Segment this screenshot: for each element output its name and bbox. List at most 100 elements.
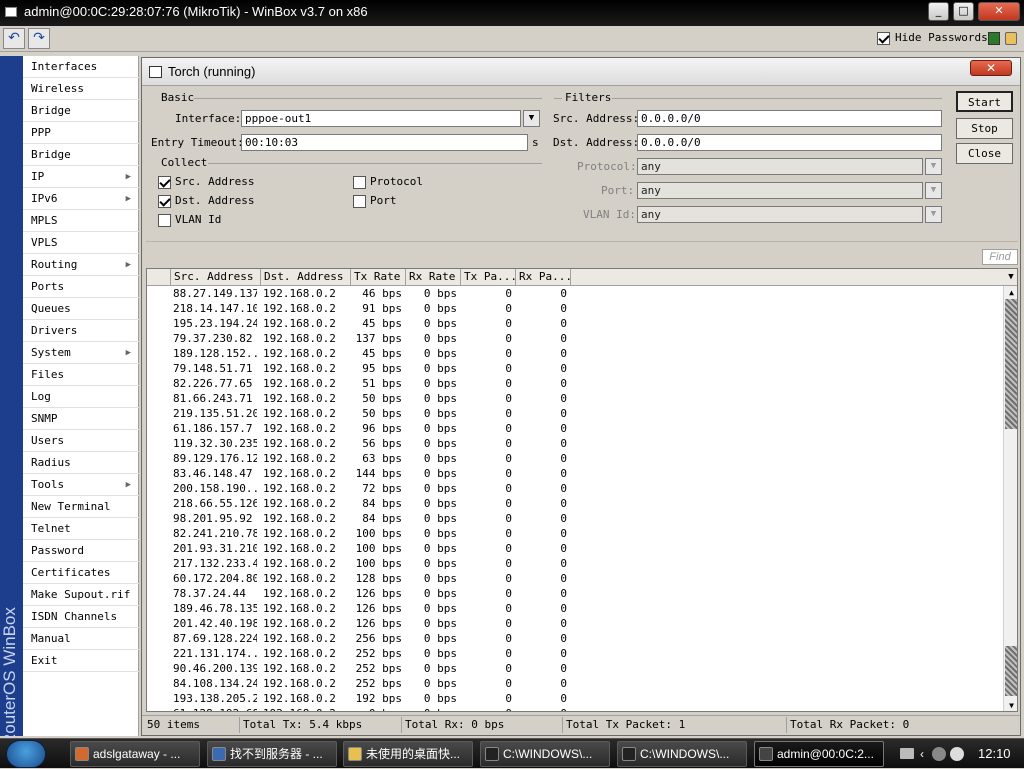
table-row[interactable]: 78.37.24.44 192.168.0.2 126 bps 0 bps 0 0 [147, 586, 1003, 601]
menu-item-exit[interactable]: Exit [23, 650, 139, 672]
menu-item-radius[interactable]: Radius [23, 452, 139, 474]
table-row[interactable]: 89.129.176.124 192.168.0.2 63 bps 0 bps 0 0 [147, 451, 1003, 466]
table-row[interactable]: 90.46.200.139 192.168.0.2 252 bps 0 bps 0 0 [147, 661, 1003, 676]
table-row[interactable]: 61.186.157.7 192.168.0.2 96 bps 0 bps 0 0 [147, 421, 1003, 436]
menu-item-make-supout-rif[interactable]: Make Supout.rif [23, 584, 139, 606]
table-row[interactable]: 218.14.147.109 192.168.0.2 91 bps 0 bps 0 0 [147, 301, 1003, 316]
taskbar-item[interactable]: 找不到服务器 - ... [207, 741, 337, 767]
close-button[interactable]: Close [956, 143, 1013, 164]
interface-select[interactable]: pppoe-out1 [241, 110, 521, 127]
interface-dropdown-icon[interactable]: ▼ [523, 110, 540, 127]
table-row[interactable]: 61.128.192.68 192.168.0.2 0 bps 0 bps 0 0 [147, 706, 1003, 711]
table-row[interactable]: 189.46.78.135 192.168.0.2 126 bps 0 bps 0 0 [147, 601, 1003, 616]
vlan-id-filter-select[interactable]: any [637, 206, 923, 223]
scroll-down-icon[interactable]: ▼ [1004, 699, 1017, 711]
column-header[interactable]: Rx Pa... [516, 269, 571, 286]
hide-passwords-checkbox[interactable] [877, 32, 890, 45]
menu-item-new-terminal[interactable]: New Terminal [23, 496, 139, 518]
port-dropdown-icon[interactable]: ▼ [925, 182, 942, 199]
undo-icon[interactable]: ↶ [3, 28, 25, 49]
column-header[interactable]: Rx Rate [406, 269, 461, 286]
menu-item-bridge[interactable]: Bridge [23, 100, 139, 122]
table-row[interactable]: 195.23.194.245 192.168.0.2 45 bps 0 bps 0 0 [147, 316, 1003, 331]
menu-item-drivers[interactable]: Drivers [23, 320, 139, 342]
src-address-filter-input[interactable]: 0.0.0.0/0 [637, 110, 942, 127]
table-row[interactable]: 83.46.148.47 192.168.0.2 144 bps 0 bps 0 0 [147, 466, 1003, 481]
table-row[interactable]: 201.93.31.210 192.168.0.2 100 bps 0 bps 0 0 [147, 541, 1003, 556]
menu-item-snmp[interactable]: SNMP [23, 408, 139, 430]
menu-item-interfaces[interactable]: Interfaces [23, 56, 139, 78]
menu-item-users[interactable]: Users [23, 430, 139, 452]
table-row[interactable]: 84.108.134.241 192.168.0.2 252 bps 0 bps 0 0 [147, 676, 1003, 691]
tray-expand-icon[interactable]: ‹ [920, 739, 924, 769]
table-row[interactable]: 193.138.205.25 192.168.0.2 192 bps 0 bps 0 0 [147, 691, 1003, 706]
taskbar-item[interactable]: admin@00:0C:2... [754, 741, 884, 767]
qq-icon[interactable] [950, 747, 964, 761]
menu-item-manual[interactable]: Manual [23, 628, 139, 650]
menu-item-ports[interactable]: Ports [23, 276, 139, 298]
menu-item-system[interactable]: System ▶ [23, 342, 139, 364]
table-row[interactable]: 82.241.210.78 192.168.0.2 100 bps 0 bps 0 0 [147, 526, 1003, 541]
close-window-button[interactable]: ✕ [978, 2, 1020, 21]
menu-item-password[interactable]: Password [23, 540, 139, 562]
find-input[interactable]: Find [982, 249, 1018, 265]
menu-item-ip[interactable]: IP ▶ [23, 166, 139, 188]
dst-address-filter-input[interactable]: 0.0.0.0/0 [637, 134, 942, 151]
taskbar-item[interactable]: adslgataway - ... [70, 741, 200, 767]
collect-dst-address-checkbox[interactable] [158, 195, 171, 208]
table-row[interactable]: 81.66.243.71 192.168.0.2 50 bps 0 bps 0 0 [147, 391, 1003, 406]
stop-button[interactable]: Stop [956, 118, 1013, 139]
torch-close-x-button[interactable]: ✕ [970, 60, 1012, 76]
table-row[interactable]: 200.158.190... 192.168.0.2 72 bps 0 bps 0 0 [147, 481, 1003, 496]
collect-protocol-checkbox[interactable] [353, 176, 366, 189]
menu-item-wireless[interactable]: Wireless [23, 78, 139, 100]
minimize-button[interactable]: _ [928, 2, 949, 21]
menu-item-vpls[interactable]: VPLS [23, 232, 139, 254]
table-row[interactable]: 189.128.152... 192.168.0.2 45 bps 0 bps 0 0 [147, 346, 1003, 361]
entry-timeout-input[interactable]: 00:10:03 [241, 134, 528, 151]
menu-item-telnet[interactable]: Telnet [23, 518, 139, 540]
table-row[interactable]: 217.132.233.44 192.168.0.2 100 bps 0 bps 0 0 [147, 556, 1003, 571]
collect-vlan-id-checkbox[interactable] [158, 214, 171, 227]
column-menu-icon[interactable]: ▼ [1003, 269, 1017, 286]
collect-src-address-checkbox[interactable] [158, 176, 171, 189]
column-header[interactable]: Tx Rate [351, 269, 406, 286]
table-row[interactable]: 87.69.128.224 192.168.0.2 256 bps 0 bps 0 0 [147, 631, 1003, 646]
scrollbar-thumb[interactable] [1005, 299, 1017, 429]
menu-item-tools[interactable]: Tools ▶ [23, 474, 139, 496]
menu-item-isdn-channels[interactable]: ISDN Channels [23, 606, 139, 628]
taskbar-item[interactable]: C:\WINDOWS\... [480, 741, 610, 767]
column-header[interactable]: Src. Address [171, 269, 261, 286]
menu-item-log[interactable]: Log [23, 386, 139, 408]
table-row[interactable]: 60.172.204.80 192.168.0.2 128 bps 0 bps 0 0 [147, 571, 1003, 586]
network-icon[interactable] [932, 747, 946, 761]
menu-item-files[interactable]: Files [23, 364, 139, 386]
vertical-scrollbar[interactable]: ▲ ▼ [1003, 286, 1017, 711]
clock[interactable]: 12:10 [978, 739, 1011, 769]
taskbar-item[interactable]: 未使用的桌面快... [343, 741, 473, 767]
table-row[interactable]: 219.135.51.204 192.168.0.2 50 bps 0 bps 0 0 [147, 406, 1003, 421]
table-row[interactable]: 98.201.95.92 192.168.0.2 84 bps 0 bps 0 0 [147, 511, 1003, 526]
port-filter-select[interactable]: any [637, 182, 923, 199]
table-row[interactable]: 221.131.174... 192.168.0.2 252 bps 0 bps 0 0 [147, 646, 1003, 661]
taskbar-item[interactable]: C:\WINDOWS\... [617, 741, 747, 767]
table-row[interactable]: 79.148.51.71 192.168.0.2 95 bps 0 bps 0 0 [147, 361, 1003, 376]
menu-item-bridge[interactable]: Bridge [23, 144, 139, 166]
menu-item-queues[interactable]: Queues [23, 298, 139, 320]
scroll-up-icon[interactable]: ▲ [1004, 286, 1017, 299]
protocol-dropdown-icon[interactable]: ▼ [925, 158, 942, 175]
redo-icon[interactable]: ↷ [28, 28, 50, 49]
menu-item-routing[interactable]: Routing ▶ [23, 254, 139, 276]
table-row[interactable]: 79.37.230.82 192.168.0.2 137 bps 0 bps 0 0 [147, 331, 1003, 346]
column-header[interactable]: Tx Pa... [461, 269, 516, 286]
menu-item-ipv6[interactable]: IPv6 ▶ [23, 188, 139, 210]
table-row[interactable]: 119.32.30.235 192.168.0.2 56 bps 0 bps 0 0 [147, 436, 1003, 451]
table-row[interactable]: 218.66.55.126 192.168.0.2 84 bps 0 bps 0 0 [147, 496, 1003, 511]
vlan-id-dropdown-icon[interactable]: ▼ [925, 206, 942, 223]
start-button[interactable]: Start [956, 91, 1013, 112]
menu-item-mpls[interactable]: MPLS [23, 210, 139, 232]
start-button-windows-icon[interactable] [6, 740, 46, 768]
protocol-filter-select[interactable]: any [637, 158, 923, 175]
menu-item-certificates[interactable]: Certificates [23, 562, 139, 584]
table-row[interactable]: 82.226.77.65 192.168.0.2 51 bps 0 bps 0 0 [147, 376, 1003, 391]
